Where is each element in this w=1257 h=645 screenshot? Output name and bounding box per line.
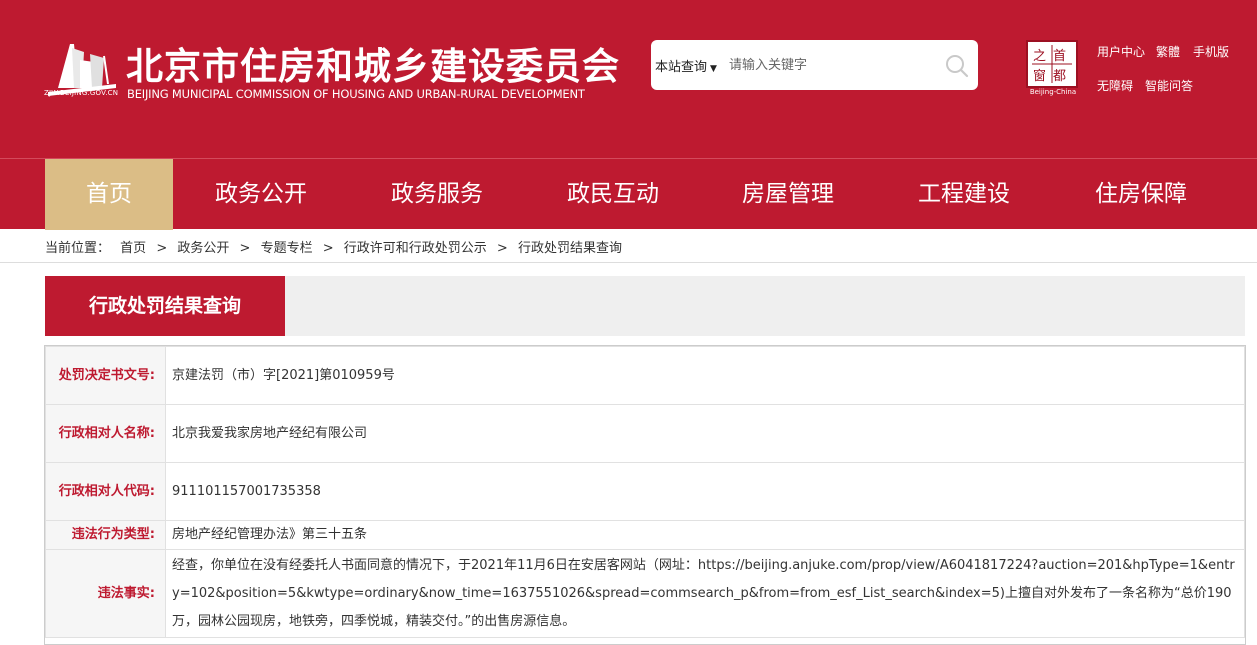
field-value: 经查，你单位在没有经委托人书面同意的情况下，于2021年11月6日在安居客网站（…: [165, 549, 1245, 638]
seal-caption: Beijing-China: [1029, 88, 1077, 96]
nav-item-housing-management[interactable]: 房屋管理: [721, 159, 855, 230]
breadcrumb: 当前位置： 首页 > 政务公开 > 专题专栏 > 行政许可和行政处罚公示 > 行…: [45, 237, 628, 256]
table-row: 行政相对人代码: 911101157001735358: [45, 462, 1245, 521]
seal-char: 首: [1053, 49, 1067, 64]
site-title[interactable]: 北京市住房和城乡建设委员会: [126, 36, 620, 90]
field-label: 违法行为类型:: [45, 520, 166, 550]
section-title: 行政处罚结果查询: [45, 276, 285, 336]
nav-item-government-affairs[interactable]: 政务公开: [194, 159, 328, 230]
field-label: 违法事实:: [45, 549, 166, 638]
search-scope-select[interactable]: 本站查询 ▼: [655, 56, 717, 75]
breadcrumb-current[interactable]: 行政处罚结果查询: [518, 241, 622, 256]
seal-char: 都: [1053, 69, 1067, 84]
nav-item-construction[interactable]: 工程建设: [897, 159, 1031, 230]
table-row: 违法事实: 经查，你单位在没有经委托人书面同意的情况下，于2021年11月6日在…: [45, 549, 1245, 638]
divider: [0, 262, 1257, 263]
site-domain: ZJW.BEIJING.GOV.CN: [44, 89, 119, 97]
site-subtitle: BEIJING MUNICIPAL COMMISSION OF HOUSING …: [127, 87, 585, 101]
nav-item-housing-security[interactable]: 住房保障: [1074, 159, 1208, 230]
field-value: 911101157001735358: [165, 462, 1245, 521]
user-center-link[interactable]: 用户中心: [1097, 43, 1145, 60]
breadcrumb-permits-penalties[interactable]: 行政许可和行政处罚公示: [344, 241, 487, 256]
traditional-chinese-link[interactable]: 繁體: [1156, 43, 1180, 60]
nav-item-government-services[interactable]: 政务服务: [370, 159, 504, 230]
search-icon[interactable]: [944, 53, 970, 79]
breadcrumb-special-topics[interactable]: 专题专栏: [261, 241, 313, 256]
smart-qa-link[interactable]: 智能问答: [1145, 77, 1193, 94]
table-row: 行政相对人名称: 北京我爱我家房地产经纪有限公司: [45, 404, 1245, 463]
search-input[interactable]: [729, 53, 929, 77]
chevron-down-icon: ▼: [710, 64, 717, 74]
breadcrumb-separator: >: [156, 241, 168, 256]
field-label: 行政相对人名称:: [45, 404, 166, 463]
section-header: 行政处罚结果查询: [45, 276, 1245, 336]
seal-char: 之: [1033, 49, 1047, 64]
mobile-version-link[interactable]: 手机版: [1193, 43, 1229, 60]
breadcrumb-separator: >: [496, 241, 508, 256]
nav-item-public-interaction[interactable]: 政民互动: [546, 159, 680, 230]
search-scope-label: 本站查询: [655, 60, 708, 75]
field-value: 北京我爱我家房地产经纪有限公司: [165, 404, 1245, 463]
penalty-result-table: 处罚决定书文号: 京建法罚（市）字[2021]第010959号 行政相对人名称:…: [45, 346, 1245, 638]
table-row: 处罚决定书文号: 京建法罚（市）字[2021]第010959号: [45, 346, 1245, 405]
table-row: 违法行为类型: 房地产经纪管理办法》第三十五条: [45, 520, 1245, 550]
seal-char: 窗: [1033, 69, 1047, 84]
field-value: 京建法罚（市）字[2021]第010959号: [165, 346, 1245, 405]
main-nav: 首页 政务公开 政务服务 政民互动 房屋管理 工程建设 住房保障: [0, 158, 1257, 230]
breadcrumb-separator: >: [322, 241, 334, 256]
field-label: 处罚决定书文号:: [45, 346, 166, 405]
accessibility-link[interactable]: 无障碍: [1097, 77, 1133, 94]
capital-window-seal[interactable]: 首 都 之 窗: [1026, 40, 1078, 88]
breadcrumb-separator: >: [239, 241, 251, 256]
breadcrumb-government-affairs[interactable]: 政务公开: [177, 241, 229, 256]
breadcrumb-home[interactable]: 首页: [120, 241, 146, 256]
nav-item-home[interactable]: 首页: [45, 159, 173, 230]
field-label: 行政相对人代码:: [45, 462, 166, 521]
breadcrumb-label: 当前位置：: [45, 241, 111, 256]
search-box: 本站查询 ▼: [651, 40, 978, 90]
field-value: 房地产经纪管理办法》第三十五条: [165, 520, 1245, 550]
